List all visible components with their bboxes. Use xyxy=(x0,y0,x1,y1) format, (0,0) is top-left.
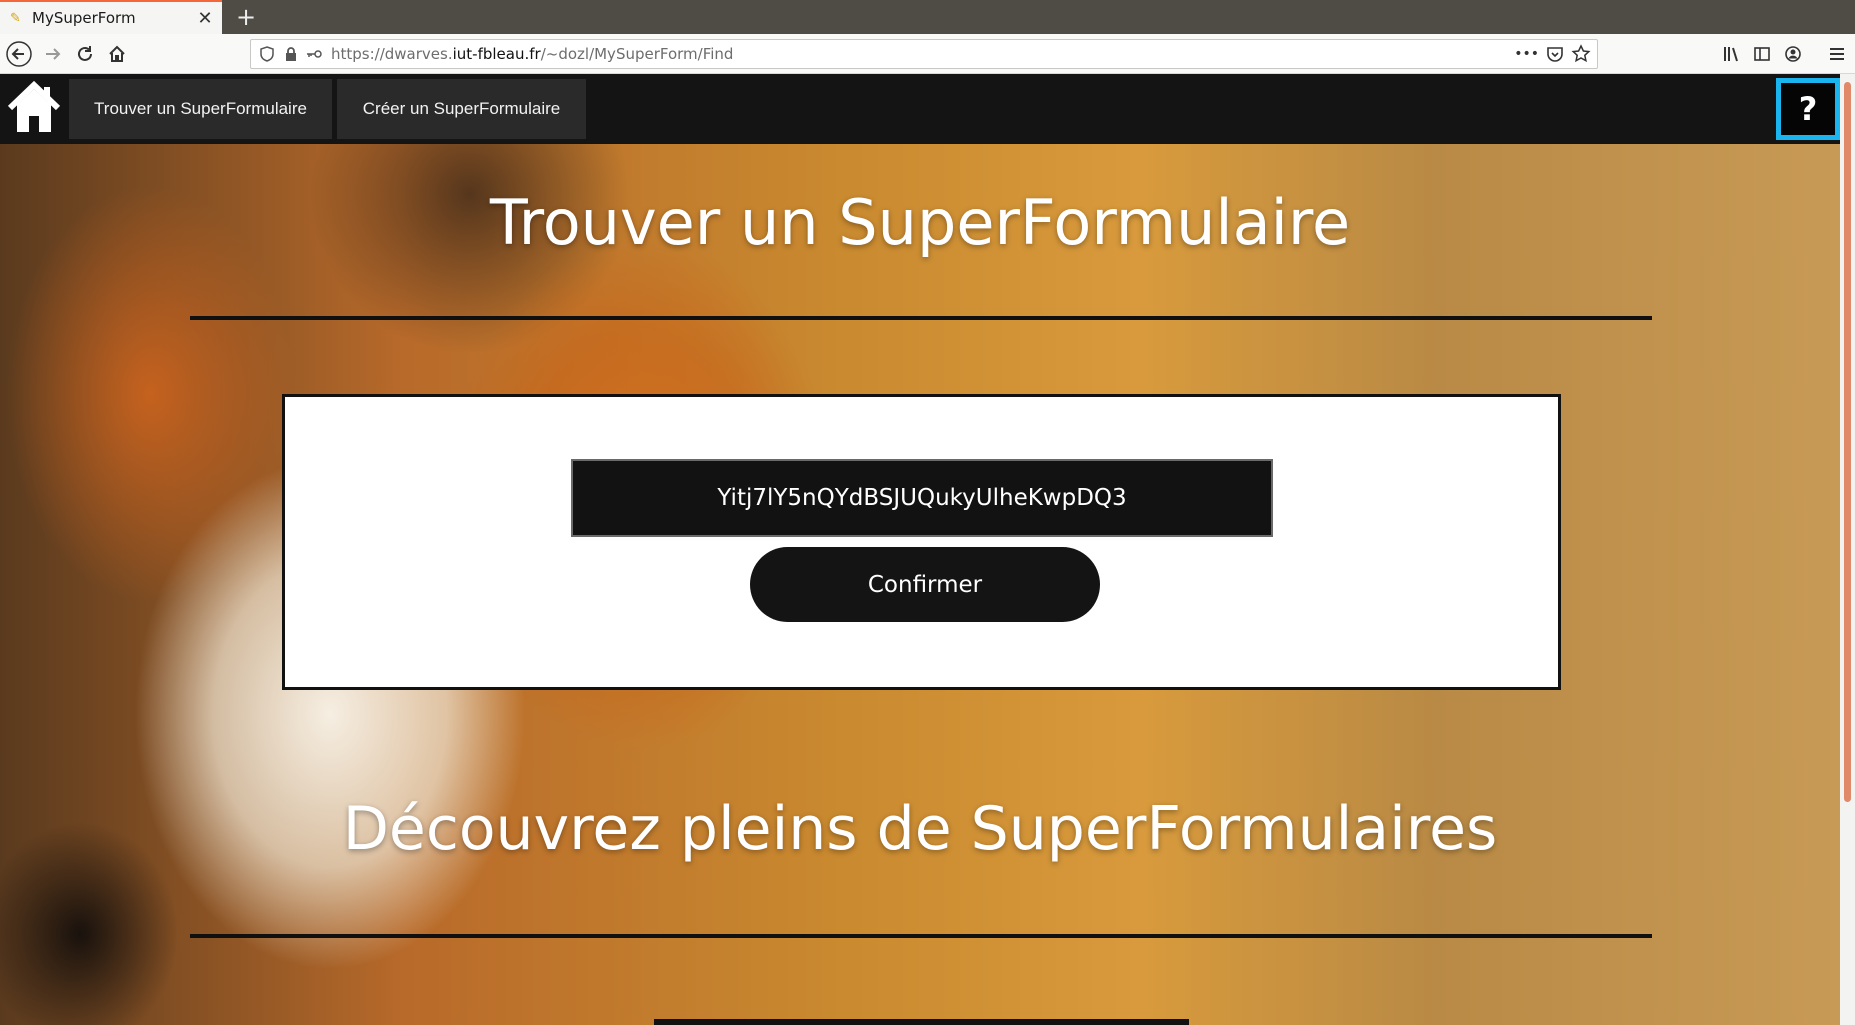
menu-button[interactable] xyxy=(1822,39,1852,69)
title-divider xyxy=(190,316,1652,320)
page-title: Trouver un SuperFormulaire xyxy=(489,186,1351,259)
url-actions: ••• xyxy=(1514,44,1591,64)
hamburger-icon xyxy=(1830,48,1844,60)
forward-button[interactable] xyxy=(38,39,68,69)
back-button[interactable] xyxy=(4,39,34,69)
section-title: Découvrez pleins de SuperFormulaires xyxy=(342,794,1498,864)
sidebar-icon xyxy=(1754,47,1770,61)
page-scrollbar[interactable] xyxy=(1840,74,1855,1025)
site-navbar: Trouver un SuperFormulaire Créer un Supe… xyxy=(0,74,1840,144)
find-form-card: Confirmer xyxy=(282,394,1561,690)
site-home-button[interactable] xyxy=(6,80,66,140)
bookmark-star-icon[interactable] xyxy=(1571,44,1591,64)
home-button[interactable] xyxy=(102,39,132,69)
pocket-icon[interactable] xyxy=(1545,44,1565,64)
library-icon xyxy=(1724,47,1738,62)
reload-icon xyxy=(78,46,92,61)
lock-icon xyxy=(286,47,296,61)
nav-link-find[interactable]: Trouver un SuperFormulaire xyxy=(69,79,332,139)
account-button[interactable] xyxy=(1778,39,1808,69)
scrollbar-thumb[interactable] xyxy=(1844,82,1851,802)
confirm-button[interactable]: Confirmer xyxy=(750,547,1100,622)
account-icon xyxy=(1785,46,1801,62)
tab-title: MySuperForm xyxy=(32,9,136,27)
page-content: Trouver un SuperFormulaire Créer un Supe… xyxy=(0,74,1840,1025)
house-icon xyxy=(7,80,61,132)
browser-tab[interactable]: ✎ MySuperForm ✕ xyxy=(0,0,222,34)
url-text: https://dwarves.iut-fbleau.fr/~dozl/MySu… xyxy=(331,45,734,63)
new-tab-button[interactable]: + xyxy=(232,2,260,32)
shield-icon xyxy=(260,46,274,62)
library-button[interactable] xyxy=(1716,39,1746,69)
key-icon xyxy=(307,50,322,58)
help-button[interactable]: ? xyxy=(1776,78,1840,140)
more-actions-icon[interactable]: ••• xyxy=(1514,44,1539,64)
tab-strip: ✎ MySuperForm ✕ + xyxy=(0,0,1855,34)
section-divider xyxy=(190,934,1652,938)
close-tab-icon[interactable]: ✕ xyxy=(194,8,216,29)
nav-link-create[interactable]: Créer un SuperFormulaire xyxy=(337,79,586,139)
back-arrow-icon xyxy=(6,41,32,67)
form-code-input[interactable] xyxy=(571,459,1273,537)
sidebar-button[interactable] xyxy=(1747,39,1777,69)
browser-toolbar: https://dwarves.iut-fbleau.fr/~dozl/MySu… xyxy=(0,34,1855,74)
pencil-icon: ✎ xyxy=(10,10,21,26)
forward-arrow-icon xyxy=(46,48,61,60)
url-bar[interactable]: https://dwarves.iut-fbleau.fr/~dozl/MySu… xyxy=(250,39,1598,69)
home-icon xyxy=(109,45,125,62)
reload-button[interactable] xyxy=(70,39,100,69)
next-card-edge xyxy=(654,1019,1189,1025)
